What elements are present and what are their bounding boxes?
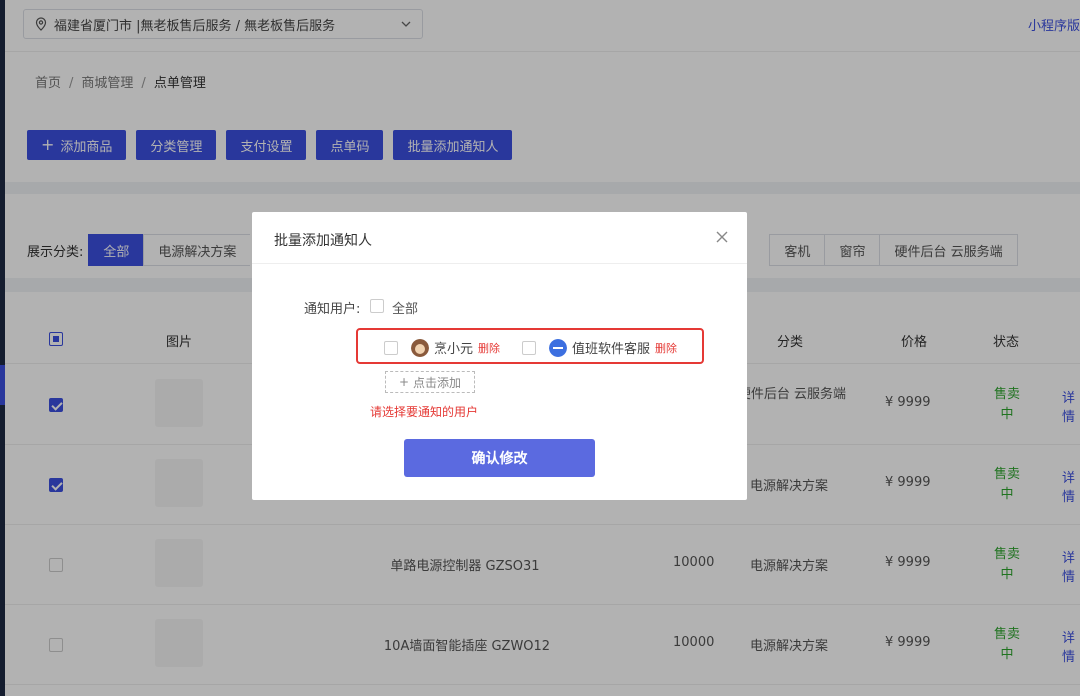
user-delete-link[interactable]: 删除 <box>478 340 500 356</box>
user-chip: 烹小元 删除 <box>384 338 500 357</box>
notify-users-label: 通知用户: <box>304 302 361 317</box>
plus-icon: + <box>398 375 410 389</box>
user-delete-link[interactable]: 删除 <box>655 340 677 356</box>
user-avatar <box>411 338 429 357</box>
select-all-users-label: 全部 <box>392 302 419 317</box>
add-user-label: 点击添加 <box>413 375 462 390</box>
batch-notify-dialog: 批量添加通知人 通知用户: 全部 烹小元 删除 值班软件客服 删除 + 点击添加… <box>252 212 747 500</box>
selected-users-box: 烹小元 删除 值班软件客服 删除 <box>356 328 704 364</box>
user-checkbox[interactable] <box>522 340 536 355</box>
validation-error: 请选择要通知的用户 <box>370 405 479 419</box>
user-name: 烹小元 <box>434 342 474 357</box>
close-icon[interactable] <box>715 230 729 244</box>
user-checkbox[interactable] <box>384 340 398 355</box>
confirm-button[interactable]: 确认修改 <box>404 439 595 477</box>
user-name: 值班软件客服 <box>572 342 651 357</box>
select-all-users-checkbox[interactable] <box>370 299 384 313</box>
user-chip: 值班软件客服 删除 <box>522 338 677 357</box>
dialog-header: 批量添加通知人 <box>252 212 747 264</box>
dialog-title: 批量添加通知人 <box>274 233 372 249</box>
user-avatar <box>549 338 567 357</box>
add-user-button[interactable]: + 点击添加 <box>385 371 475 393</box>
